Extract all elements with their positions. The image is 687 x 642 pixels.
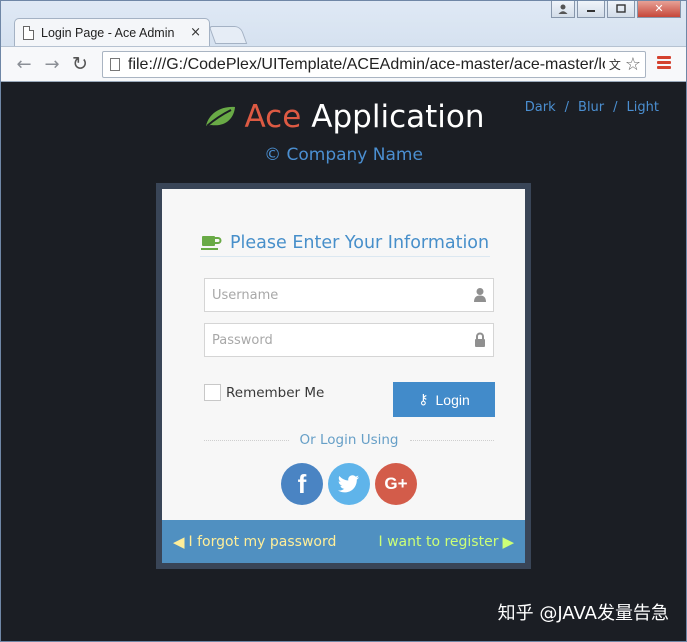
app-title: Ace Application: [203, 99, 485, 135]
arrow-right-icon: ▶: [502, 532, 514, 551]
forgot-password-link[interactable]: ◀ I forgot my password: [173, 533, 336, 551]
watermark-text: 知乎 @JAVA发量告急: [497, 603, 669, 624]
login-heading-text: Please Enter Your Information: [230, 232, 490, 253]
file-icon: [110, 58, 120, 71]
close-window-button[interactable]: ✕: [637, 0, 681, 18]
leaf-icon: [205, 106, 235, 127]
browser-chrome: Login Page - Ace Admin × ✕ ← → ↻ file://…: [0, 0, 687, 82]
google-plus-button[interactable]: G+: [375, 463, 417, 505]
back-button[interactable]: ←: [10, 50, 38, 78]
remember-me-label[interactable]: Remember Me: [226, 385, 324, 401]
login-heading: Please Enter Your Information: [200, 229, 490, 257]
login-box-frame: Please Enter Your Information Remember M: [156, 183, 531, 569]
user-icon[interactable]: [551, 0, 575, 18]
brand-header: Ace Application: [0, 99, 687, 135]
divider-line: [204, 439, 289, 441]
facebook-icon: f: [297, 468, 307, 499]
url-text[interactable]: file:///G:/CodePlex/UITemplate/ACEAdmin/…: [128, 56, 605, 74]
forgot-password-label: I forgot my password: [188, 533, 337, 550]
register-link[interactable]: I want to register ▶: [379, 533, 514, 551]
maximize-button[interactable]: [607, 0, 635, 18]
forward-button[interactable]: →: [38, 50, 66, 78]
username-field[interactable]: [204, 278, 494, 312]
page-icon: [23, 25, 34, 40]
window-controls: ✕: [551, 0, 681, 18]
translate-icon[interactable]: 文: [609, 56, 621, 73]
minimize-button[interactable]: [577, 0, 605, 18]
browser-tab[interactable]: Login Page - Ace Admin ×: [14, 18, 210, 46]
browser-menu-icon[interactable]: [657, 56, 671, 71]
tab-title: Login Page - Ace Admin: [41, 25, 175, 40]
password-input[interactable]: [205, 324, 493, 356]
address-bar[interactable]: file:///G:/CodePlex/UITemplate/ACEAdmin/…: [102, 51, 646, 78]
login-footer-toolbar: ◀ I forgot my password I want to registe…: [162, 520, 525, 563]
password-field[interactable]: [204, 323, 494, 357]
social-divider: Or Login Using: [204, 432, 495, 448]
bookmark-star-icon[interactable]: ☆: [625, 54, 641, 75]
browser-toolbar: ← → ↻ file:///G:/CodePlex/UITemplate/ACE…: [0, 46, 687, 81]
login-button[interactable]: ⚷ Login: [393, 382, 495, 417]
user-icon: [474, 288, 486, 302]
divider-line: [409, 439, 495, 441]
username-input[interactable]: [205, 279, 493, 311]
google-plus-icon: G+: [384, 474, 408, 493]
remember-me-checkbox[interactable]: [204, 384, 221, 401]
lock-icon: [475, 332, 485, 347]
login-button-label: Login: [435, 391, 470, 408]
register-label: I want to register: [378, 533, 499, 550]
login-page: Dark / Blur / Light Ace Application © Compan…: [0, 82, 687, 642]
key-icon: ⚷: [418, 391, 429, 407]
reload-button[interactable]: ↻: [66, 50, 94, 78]
company-name: © Company Name: [264, 145, 423, 165]
twitter-button[interactable]: [328, 463, 370, 505]
app-title-application: Application: [311, 99, 485, 135]
facebook-button[interactable]: f: [281, 463, 323, 505]
app-title-ace: Ace: [244, 99, 302, 135]
arrow-left-icon: ◀: [173, 532, 185, 551]
tab-close-icon[interactable]: ×: [190, 25, 201, 40]
new-tab-button[interactable]: [208, 26, 248, 44]
twitter-icon: [338, 475, 359, 493]
social-login-buttons: f G+: [281, 463, 417, 505]
coffee-icon: [201, 235, 222, 250]
or-login-using-text: Or Login Using: [299, 432, 399, 448]
remember-me[interactable]: Remember Me: [204, 384, 324, 401]
login-box: Please Enter Your Information Remember M: [162, 189, 525, 563]
